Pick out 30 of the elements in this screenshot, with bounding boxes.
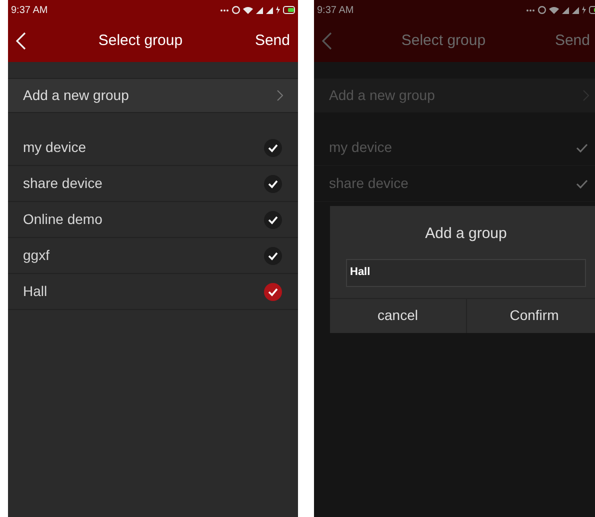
check-icon[interactable] [264, 246, 282, 264]
wifi-icon [549, 6, 559, 14]
group-row[interactable]: ggxf [8, 238, 298, 274]
group-name-field[interactable]: Hall [346, 258, 586, 286]
more-notifications-icon [526, 8, 535, 12]
more-notifications-icon [220, 8, 229, 12]
charging-icon [582, 6, 586, 14]
group-row[interactable]: Online demo [8, 202, 298, 238]
add-group-row[interactable]: Add a new group [8, 78, 298, 113]
dialog-button[interactable]: Confirm [466, 298, 595, 332]
screen-title: Select group [400, 30, 487, 51]
alarm-icon [232, 6, 240, 14]
check-icon[interactable] [264, 138, 282, 156]
alarm-icon [538, 6, 546, 14]
send-button[interactable]: Send [254, 30, 290, 52]
dialog-title: Add a group [424, 224, 508, 244]
check-icon[interactable] [264, 282, 282, 300]
chevron-right-icon [277, 90, 283, 101]
group-row[interactable]: share device [8, 166, 298, 202]
check-icon[interactable] [264, 210, 282, 228]
group-row[interactable]: Hall [8, 274, 298, 310]
screen-title: Select group [97, 30, 184, 51]
status-time: 9:37 AM [317, 4, 354, 18]
battery-icon [283, 6, 295, 14]
wifi-icon [243, 6, 253, 14]
status-time: 9:37 AM [11, 4, 48, 18]
group-row[interactable]: my device [8, 130, 298, 166]
dialog-button[interactable]: cancel [330, 298, 466, 332]
check-icon[interactable] [264, 174, 282, 192]
charging-icon [276, 6, 280, 14]
